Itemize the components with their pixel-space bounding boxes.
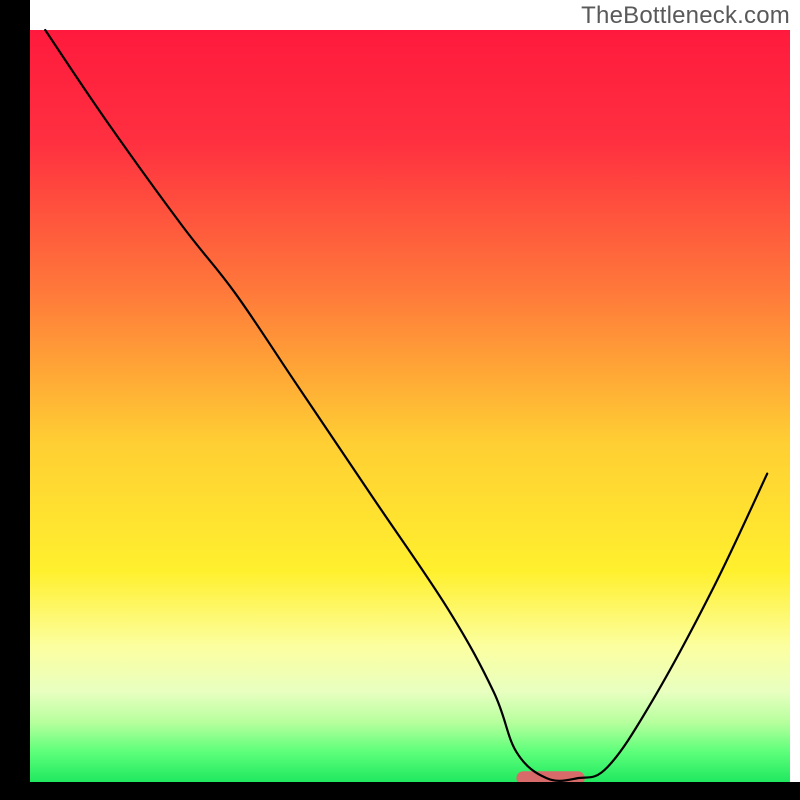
chart-svg	[0, 0, 800, 800]
watermark-text: TheBottleneck.com	[581, 2, 790, 30]
axis-bottom-border	[0, 782, 800, 800]
gradient-background	[30, 30, 790, 782]
axis-left-border	[0, 0, 30, 800]
bottleneck-chart: TheBottleneck.com	[0, 0, 800, 800]
right-margin	[790, 0, 800, 800]
